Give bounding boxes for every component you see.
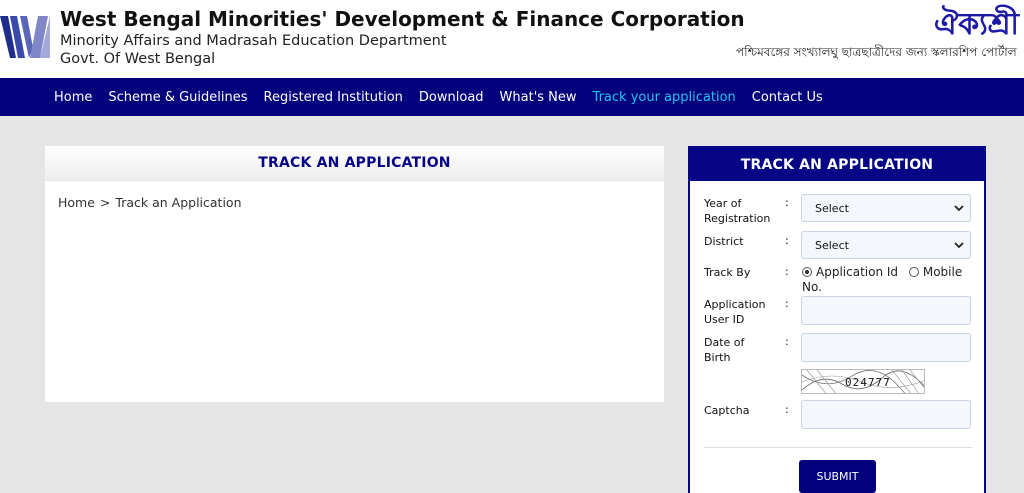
radio-application-id[interactable] <box>802 267 812 277</box>
org-subtitle-govt: Govt. Of West Bengal <box>60 51 216 67</box>
appid-label: Application User ID <box>704 298 766 326</box>
form-title: TRACK AN APPLICATION <box>740 156 934 173</box>
nav-download[interactable]: Download <box>411 90 492 105</box>
trackby-label: Track By <box>704 266 751 279</box>
district-label: District <box>704 235 744 248</box>
year-colon: : <box>785 196 789 209</box>
captcha-input[interactable] <box>801 400 971 429</box>
dob-colon: : <box>785 335 789 348</box>
track-application-form: TRACK AN APPLICATION Year of Registratio… <box>688 146 986 493</box>
year-select-value: Select <box>815 201 849 215</box>
district-select[interactable]: Select <box>801 231 971 259</box>
captcha-label: Captcha <box>704 404 750 417</box>
nav-track-application[interactable]: Track your application <box>585 90 744 105</box>
site-header: West Bengal Minorities' Development & Fi… <box>0 0 1024 78</box>
captcha-image: 024777 <box>801 369 925 394</box>
breadcrumb-home-link[interactable]: Home <box>58 195 95 210</box>
breadcrumb-separator: > <box>99 195 111 210</box>
radio-application-id-label[interactable]: Application Id <box>816 265 898 279</box>
captcha-text: 024777 <box>845 376 891 389</box>
main-content-panel: TRACK AN APPLICATION Home > Track an Appli… <box>45 146 664 402</box>
breadcrumb-current: Track an Application <box>115 195 242 210</box>
main-panel-title: TRACK AN APPLICATION <box>258 155 451 171</box>
main-panel-header: TRACK AN APPLICATION <box>45 146 664 181</box>
date-of-birth-input[interactable] <box>801 333 971 362</box>
application-user-id-input[interactable] <box>801 296 971 325</box>
district-select-value: Select <box>815 238 849 252</box>
submit-button[interactable]: SUBMIT <box>799 460 876 493</box>
radio-mobile-no[interactable] <box>908 267 919 277</box>
chevron-down-icon <box>954 242 964 249</box>
captcha-noise: 024777 <box>802 370 924 393</box>
dob-label: Date of Birth <box>704 336 745 364</box>
nav-home[interactable]: Home <box>46 90 100 105</box>
district-colon: : <box>785 234 789 247</box>
brand-tagline: পশ্চিমবঙ্গের সংখ্যালঘু ছাত্রছাত্রীদের জন… <box>736 45 1017 59</box>
form-divider <box>704 447 972 448</box>
wbmdfc-logo[interactable] <box>0 12 50 62</box>
org-subtitle: Minority Affairs and Madrasah Education … <box>60 33 447 49</box>
nav-whats-new[interactable]: What's New <box>492 90 585 105</box>
trackby-radio-group: Application Id Mobile No. <box>802 265 974 295</box>
captcha-colon: : <box>785 403 789 416</box>
trackby-colon: : <box>785 265 789 278</box>
chevron-down-icon <box>954 205 964 212</box>
appid-colon: : <box>785 297 789 310</box>
nav-contact-us[interactable]: Contact Us <box>744 90 831 105</box>
nav-registered-institution[interactable]: Registered Institution <box>256 90 411 105</box>
form-header: TRACK AN APPLICATION <box>690 148 984 181</box>
year-label: Year of Registration <box>704 197 771 225</box>
main-nav: Home Scheme & Guidelines Registered Inst… <box>0 78 1024 116</box>
breadcrumb: Home > Track an Application <box>58 195 242 210</box>
org-title: West Bengal Minorities' Development & Fi… <box>60 7 745 31</box>
year-select[interactable]: Select <box>801 194 971 222</box>
nav-scheme-guidelines[interactable]: Scheme & Guidelines <box>100 90 255 105</box>
